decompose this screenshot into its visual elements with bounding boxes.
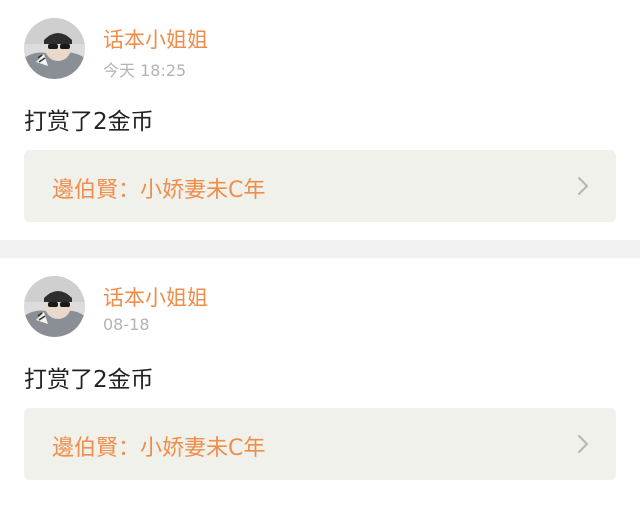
notification-feed: 话本小姐姐 今天 18:25 打赏了2金币 邊伯賢：小娇妻未C年 话本小姐姐 0…: [0, 0, 640, 512]
timestamp: 今天 18:25: [103, 61, 187, 80]
reference-title: 邊伯賢：小娇妻未C年: [52, 178, 266, 203]
notification-text: 打赏了2金币: [24, 367, 154, 393]
reference-title: 邊伯賢：小娇妻未C年: [52, 436, 266, 461]
chevron-right-icon: [578, 177, 588, 195]
reward-notification-card: 话本小姐姐 今天 18:25 打赏了2金币 邊伯賢：小娇妻未C年: [0, 0, 640, 240]
chevron-right-icon: [578, 435, 588, 453]
reference-link[interactable]: 邊伯賢：小娇妻未C年: [24, 150, 616, 222]
avatar[interactable]: [24, 276, 85, 337]
notification-text: 打赏了2金币: [24, 109, 154, 135]
reward-notification-card: 话本小姐姐 08-18 打赏了2金币 邊伯賢：小娇妻未C年: [0, 258, 640, 512]
username[interactable]: 话本小姐姐: [103, 24, 208, 54]
username[interactable]: 话本小姐姐: [103, 282, 208, 312]
reference-link[interactable]: 邊伯賢：小娇妻未C年: [24, 408, 616, 480]
section-divider: [0, 240, 640, 258]
timestamp: 08-18: [103, 315, 150, 334]
avatar-image: [24, 18, 85, 79]
avatar[interactable]: [24, 18, 85, 79]
avatar-image: [24, 276, 85, 337]
